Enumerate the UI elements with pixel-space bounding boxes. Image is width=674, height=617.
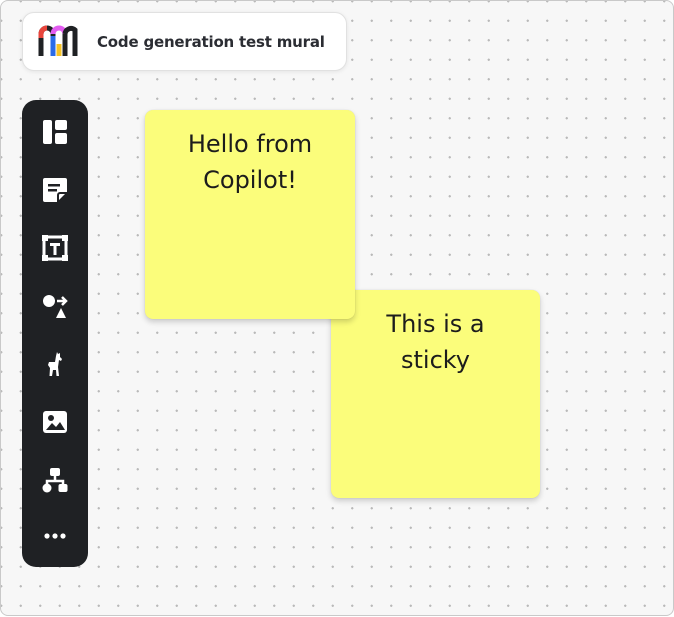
- sticky-note-button[interactable]: [39, 174, 71, 206]
- sticky-text-line: Copilot!: [203, 166, 297, 194]
- templates-button[interactable]: [39, 116, 71, 148]
- image-button[interactable]: [39, 406, 71, 438]
- sticky-note[interactable]: This is a sticky: [331, 290, 540, 498]
- sticky-text-line: Hello from: [187, 130, 313, 158]
- sticky-note[interactable]: Hello from Copilot!: [145, 110, 355, 319]
- icons-button[interactable]: [39, 348, 71, 380]
- sticky-note-icon: [43, 178, 67, 202]
- more-button[interactable]: [39, 520, 71, 552]
- diagram-button[interactable]: [39, 464, 71, 496]
- text-button[interactable]: [39, 232, 71, 264]
- mural-title[interactable]: Code generation test mural: [97, 33, 325, 51]
- left-toolbar: [22, 100, 88, 567]
- sticky-text-line: sticky: [400, 346, 471, 374]
- sticky-text-line: This is a: [386, 310, 485, 338]
- layout-panels-icon: [43, 120, 67, 144]
- text-box-icon: [42, 235, 68, 261]
- mural-logo-icon[interactable]: [37, 24, 79, 58]
- mural-canvas[interactable]: Code generation test mural Hello from Co…: [0, 0, 674, 616]
- diagram-icon: [42, 468, 68, 493]
- mural-title-card[interactable]: Code generation test mural: [22, 12, 347, 71]
- shapes-connector-icon: [43, 295, 68, 318]
- shapes-button[interactable]: [39, 290, 71, 322]
- more-dots-icon: [44, 533, 66, 539]
- image-icon: [43, 411, 67, 433]
- llama-icon: [48, 352, 62, 376]
